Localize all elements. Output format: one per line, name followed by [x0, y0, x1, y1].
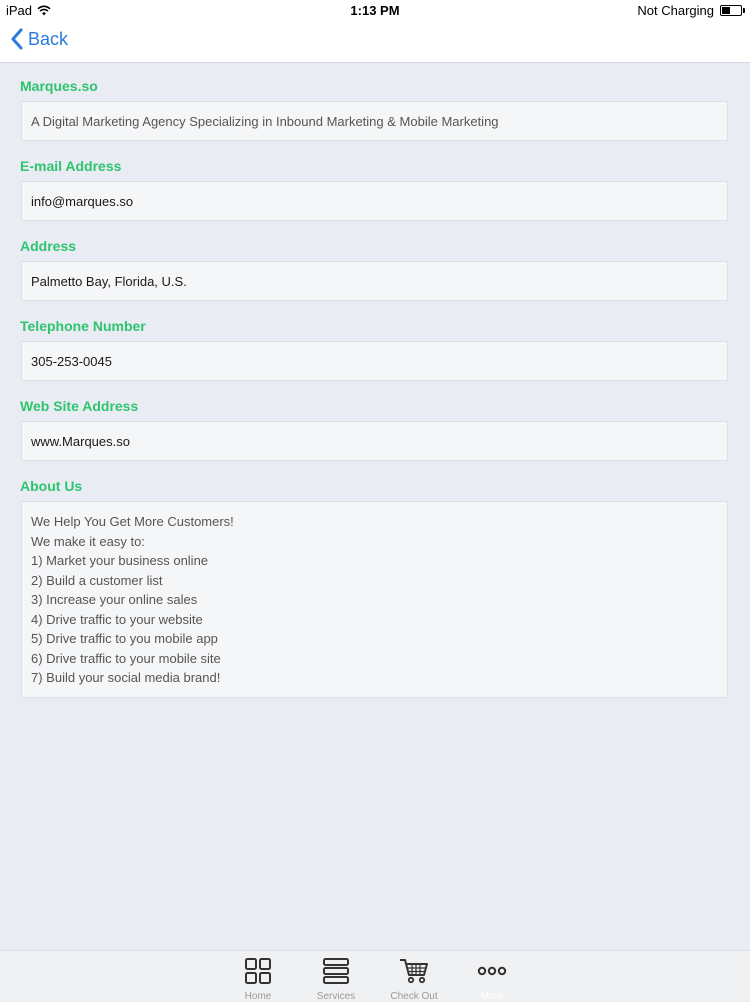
tab-more[interactable]: More [457, 955, 527, 1002]
telephone-field[interactable]: 305-253-0045 [21, 341, 728, 381]
website-field[interactable]: www.Marques.so [21, 421, 728, 461]
tab-more-label: More [480, 991, 504, 1002]
email-field[interactable]: info@marques.so [21, 181, 728, 221]
about-line: 5) Drive traffic to you mobile app [31, 631, 218, 646]
address-label: Address [20, 238, 77, 254]
website-label: Web Site Address [20, 398, 139, 414]
address-field[interactable]: Palmetto Bay, Florida, U.S. [21, 261, 728, 301]
battery-level [722, 7, 730, 14]
charging-status: Not Charging [637, 3, 714, 18]
cart-icon [400, 959, 428, 984]
grid-icon [245, 958, 271, 984]
about-us-field[interactable]: We Help You Get More Customers! We make … [21, 501, 728, 698]
tab-home[interactable]: Home [223, 955, 293, 1002]
about-line: 1) Market your business online [31, 553, 209, 568]
tab-check-out[interactable]: Check Out [379, 955, 449, 1002]
email-label: E-mail Address [20, 158, 122, 174]
about-us-label: About Us [20, 478, 83, 494]
about-line: 4) Drive traffic to your website [31, 611, 203, 627]
tab-check-out-label: Check Out [390, 991, 438, 1002]
battery-icon [720, 5, 745, 16]
status-bar: iPad 1:13 PM Not Charging [0, 0, 750, 20]
back-label: Back [28, 28, 69, 49]
about-line: 7) Build your social media brand! [31, 670, 221, 685]
chevron-left-icon [11, 28, 23, 50]
tab-bar: Home Services Check Out More [0, 950, 750, 1002]
tab-services[interactable]: Services [301, 955, 371, 1002]
tab-home-label: Home [244, 991, 272, 1002]
navigation-bar: Back [0, 20, 750, 63]
company-name-label: Marques.so [20, 78, 98, 94]
company-description-field[interactable]: A Digital Marketing Agency Specializing … [21, 101, 728, 141]
status-right: Not Charging [637, 3, 745, 18]
telephone-label: Telephone Number [20, 318, 146, 334]
about-line: 3) Increase your online sales [31, 592, 198, 607]
about-line: 6) Drive traffic to your mobile site [31, 650, 221, 666]
about-line: 2) Build a customer list [31, 572, 163, 588]
about-line: We make it easy to: [31, 533, 145, 549]
about-line: We Help You Get More Customers! [31, 514, 234, 529]
stack-icon [323, 958, 349, 984]
tab-services-label: Services [316, 991, 356, 1002]
more-icon [477, 966, 507, 976]
back-button[interactable]: Back [10, 28, 68, 50]
